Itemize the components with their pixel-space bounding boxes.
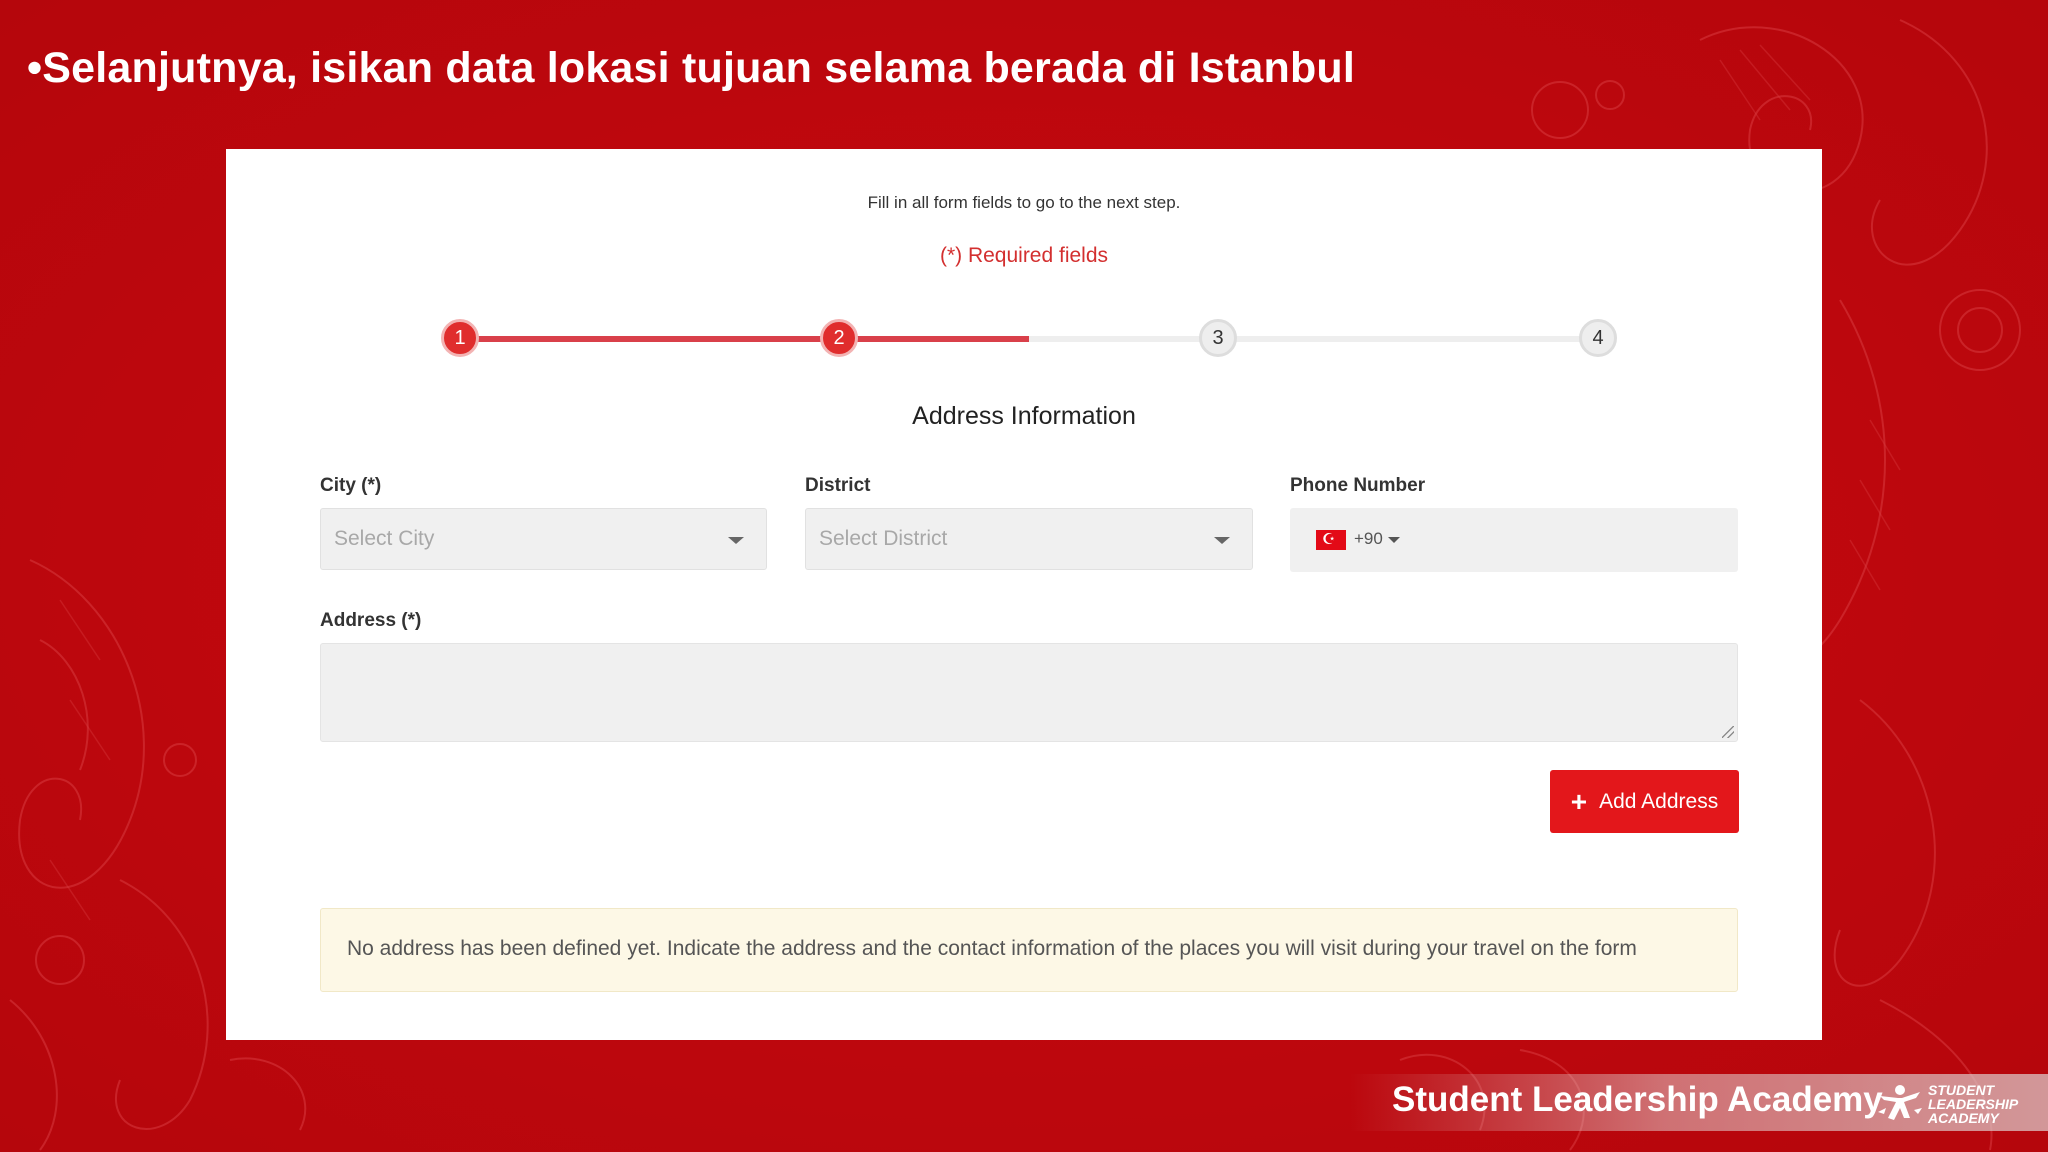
dial-code[interactable]: +90 (1354, 529, 1383, 549)
step-4[interactable]: 4 (1579, 319, 1617, 357)
district-select[interactable]: Select District (805, 508, 1253, 570)
form-card (226, 149, 1822, 1040)
notice-text: No address has been defined yet. Indicat… (347, 937, 1637, 960)
phone-input[interactable]: ☪ +90 (1290, 508, 1738, 572)
phone-label: Phone Number (1290, 475, 1426, 496)
city-placeholder: Select City (334, 527, 435, 550)
add-address-label: Add Address (1599, 789, 1719, 813)
chevron-down-icon (728, 537, 744, 544)
step-3[interactable]: 3 (1199, 319, 1237, 357)
plus-icon: + (1570, 785, 1588, 817)
chevron-down-icon[interactable] (1388, 537, 1400, 543)
chevron-down-icon (1214, 537, 1230, 544)
address-label: Address (*) (320, 610, 422, 631)
section-title: Address Information (912, 402, 1136, 430)
step-2[interactable]: 2 (820, 319, 858, 357)
district-placeholder: Select District (819, 527, 948, 550)
district-label: District (805, 475, 871, 496)
city-label: City (*) (320, 475, 382, 496)
stepper-progress-bar (460, 336, 1029, 342)
no-address-notice: No address has been defined yet. Indicat… (320, 908, 1738, 992)
academy-logo-icon (1878, 1085, 1922, 1120)
add-address-button[interactable]: + Add Address (1550, 770, 1739, 833)
city-select[interactable]: Select City (320, 508, 767, 570)
slide-title: •Selanjutnya, isikan data lokasi tujuan … (27, 44, 1356, 92)
academy-logo-text: STUDENT LEADERSHIP ACADEMY (1928, 1082, 2019, 1126)
resize-handle-icon[interactable] (1722, 726, 1734, 738)
address-textarea[interactable] (320, 643, 1738, 742)
required-fields-note: (*) Required fields (939, 244, 1109, 267)
brand-name: Student Leadership Academy (1392, 1080, 1883, 1119)
turkey-flag-icon[interactable]: ☪ (1316, 530, 1346, 550)
form-hint: Fill in all form fields to go to the nex… (867, 193, 1181, 212)
step-1[interactable]: 1 (441, 319, 479, 357)
